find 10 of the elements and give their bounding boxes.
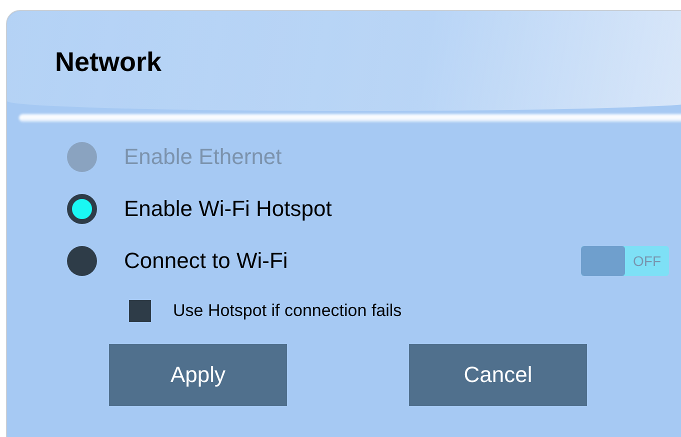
dialog-button[interactable]: Apply [109,344,287,406]
radio-button[interactable] [67,246,97,276]
checkbox-label: Use Hotspot if connection fails [173,301,402,321]
checkbox[interactable] [129,300,151,322]
option-label: Enable Ethernet [124,144,282,170]
option-label: Enable Wi-Fi Hotspot [124,196,332,222]
dialog-button[interactable]: Cancel [409,344,587,406]
radio-button[interactable] [67,194,97,224]
option-label: Connect to Wi-Fi [124,248,288,274]
dialog-title: Network [55,47,162,77]
